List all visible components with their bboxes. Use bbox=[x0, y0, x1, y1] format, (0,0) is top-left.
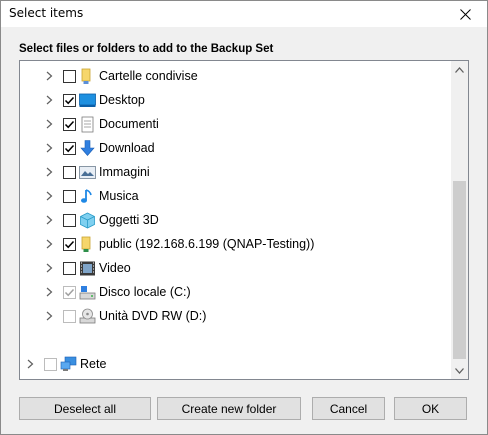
tree-item-label: Disco locale (C:) bbox=[99, 285, 191, 299]
scroll-down-button[interactable] bbox=[451, 362, 468, 379]
vertical-scrollbar[interactable] bbox=[451, 61, 468, 379]
scroll-up-button[interactable] bbox=[451, 61, 468, 78]
tree-item-documenti[interactable]: Documenti bbox=[44, 113, 159, 135]
documents-icon bbox=[79, 116, 96, 133]
item-checkbox[interactable] bbox=[63, 285, 76, 299]
tree-item-video[interactable]: Video bbox=[44, 257, 131, 279]
chevron-right-icon[interactable] bbox=[44, 311, 54, 321]
tree-item-immagini[interactable]: Immagini bbox=[44, 161, 150, 183]
music-icon bbox=[79, 188, 96, 205]
tree-item-cartelle-condivise[interactable]: Cartelle condivise bbox=[44, 65, 198, 87]
ok-button[interactable]: OK bbox=[394, 397, 467, 420]
chevron-right-icon[interactable] bbox=[44, 167, 54, 177]
chevron-right-icon[interactable] bbox=[44, 71, 54, 81]
item-checkbox[interactable] bbox=[44, 357, 57, 371]
instruction-text: Select files or folders to add to the Ba… bbox=[19, 43, 274, 55]
tree-item-label: Download bbox=[99, 141, 155, 155]
tree-item-disco-locale-c[interactable]: Disco locale (C:) bbox=[44, 281, 191, 303]
tree-item-label: Desktop bbox=[99, 93, 145, 107]
tree-item-oggetti-3d[interactable]: Oggetti 3D bbox=[44, 209, 159, 231]
pictures-icon bbox=[79, 164, 96, 181]
chevron-right-icon[interactable] bbox=[44, 263, 54, 273]
tree-item-label: Unità DVD RW (D:) bbox=[99, 309, 207, 323]
tree-item-desktop[interactable]: Desktop bbox=[44, 89, 145, 111]
chevron-up-icon bbox=[455, 66, 464, 73]
tree-item-unit-dvd-rw-d[interactable]: Unità DVD RW (D:) bbox=[44, 305, 206, 327]
tree-item-label: Cartelle condivise bbox=[99, 69, 198, 83]
objects-3d-icon bbox=[79, 212, 96, 229]
tree-item-label: Rete bbox=[80, 357, 107, 371]
tree-item-rete[interactable]: Rete bbox=[25, 353, 106, 375]
close-icon bbox=[459, 8, 471, 20]
tree-item-label: Documenti bbox=[99, 117, 159, 131]
chevron-right-icon[interactable] bbox=[44, 287, 54, 297]
title-bar: Select items bbox=[1, 1, 487, 27]
network-folder-icon bbox=[79, 236, 96, 253]
item-checkbox[interactable] bbox=[63, 141, 76, 155]
dvd-drive-icon bbox=[79, 308, 96, 325]
chevron-right-icon[interactable] bbox=[44, 95, 54, 105]
chevron-right-icon[interactable] bbox=[44, 119, 54, 129]
window-title: Select items bbox=[9, 6, 84, 20]
tree-item-label: Immagini bbox=[99, 165, 150, 179]
tree-item-musica[interactable]: Musica bbox=[44, 185, 139, 207]
select-items-dialog: Select items Select files or folders to … bbox=[0, 0, 488, 435]
item-checkbox[interactable] bbox=[63, 213, 76, 227]
chevron-right-icon[interactable] bbox=[44, 191, 54, 201]
chevron-right-icon[interactable] bbox=[25, 359, 35, 369]
close-button[interactable] bbox=[443, 1, 487, 27]
item-checkbox[interactable] bbox=[63, 117, 76, 131]
tree-item-label: public (192.168.6.199 (QNAP-Testing)) bbox=[99, 237, 315, 251]
download-icon bbox=[79, 139, 96, 157]
network-icon bbox=[60, 356, 77, 373]
desktop-icon bbox=[79, 92, 96, 109]
item-checkbox[interactable] bbox=[63, 69, 76, 83]
video-icon bbox=[79, 260, 96, 277]
tree-item-label: Musica bbox=[99, 189, 139, 203]
tree-item-label: Video bbox=[99, 261, 131, 275]
chevron-down-icon bbox=[455, 367, 464, 374]
item-checkbox[interactable] bbox=[63, 165, 76, 179]
folder-tree[interactable]: Cartelle condivise Desktop Documenti Downlo… bbox=[19, 60, 469, 380]
item-checkbox[interactable] bbox=[63, 261, 76, 275]
tree-item-download[interactable]: Download bbox=[44, 137, 155, 159]
cancel-button[interactable]: Cancel bbox=[312, 397, 385, 420]
tree-item-public-192-168-6-199-qnap-testing[interactable]: public (192.168.6.199 (QNAP-Testing)) bbox=[44, 233, 314, 255]
shared-folder-icon bbox=[79, 68, 96, 85]
item-checkbox[interactable] bbox=[63, 93, 76, 107]
scroll-thumb[interactable] bbox=[453, 181, 466, 359]
chevron-right-icon[interactable] bbox=[44, 143, 54, 153]
chevron-right-icon[interactable] bbox=[44, 215, 54, 225]
deselect-all-button[interactable]: Deselect all bbox=[19, 397, 151, 420]
local-disk-icon bbox=[79, 284, 96, 301]
chevron-right-icon[interactable] bbox=[44, 239, 54, 249]
create-new-folder-button[interactable]: Create new folder bbox=[157, 397, 301, 420]
item-checkbox[interactable] bbox=[63, 189, 76, 203]
item-checkbox[interactable] bbox=[63, 309, 76, 323]
item-checkbox[interactable] bbox=[63, 237, 76, 251]
tree-item-label: Oggetti 3D bbox=[99, 213, 159, 227]
